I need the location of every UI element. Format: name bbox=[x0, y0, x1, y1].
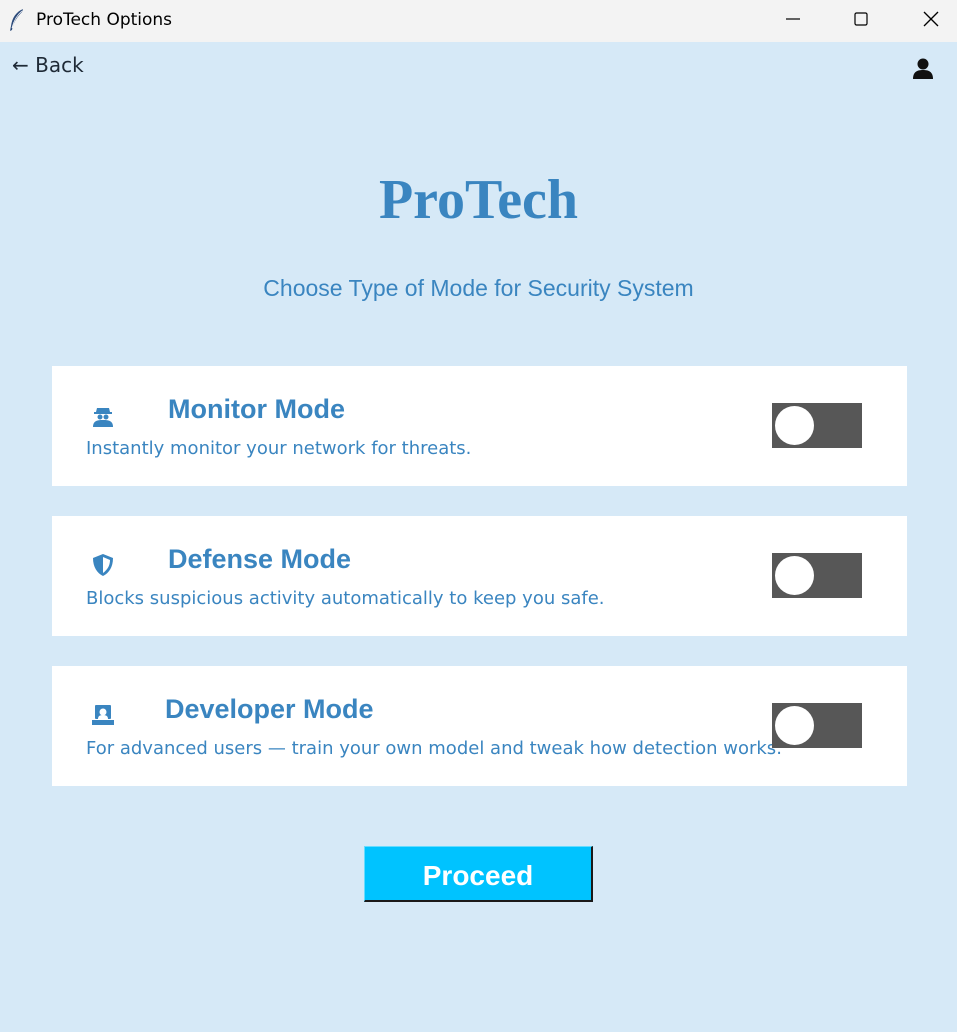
minimize-icon bbox=[785, 11, 801, 32]
close-button[interactable] bbox=[908, 0, 954, 42]
toggle-knob bbox=[775, 406, 814, 445]
window-titlebar: ProTech Options bbox=[0, 0, 957, 42]
toggle-knob bbox=[775, 556, 814, 595]
back-button[interactable]: ← Back bbox=[12, 53, 84, 77]
feather-icon bbox=[8, 8, 26, 32]
maximize-icon bbox=[853, 11, 869, 32]
mode-description: Blocks suspicious activity automatically… bbox=[86, 588, 605, 609]
defense-mode-toggle[interactable] bbox=[772, 553, 862, 598]
mode-card-developer: Developer Mode For advanced users — trai… bbox=[52, 666, 907, 786]
mode-card-defense: Defense Mode Blocks suspicious activity … bbox=[52, 516, 907, 636]
maximize-button[interactable] bbox=[838, 0, 884, 42]
mode-description: Instantly monitor your network for threa… bbox=[86, 438, 472, 459]
window-title: ProTech Options bbox=[36, 10, 173, 30]
user-icon[interactable] bbox=[911, 56, 935, 80]
developer-mode-toggle[interactable] bbox=[772, 703, 862, 748]
mode-description: For advanced users — train your own mode… bbox=[86, 738, 782, 759]
proceed-button[interactable]: Proceed bbox=[364, 846, 593, 902]
page-title: ProTech bbox=[378, 169, 579, 231]
monitor-mode-toggle[interactable] bbox=[772, 403, 862, 448]
mode-title: Defense Mode bbox=[168, 544, 352, 574]
mode-title: Monitor Mode bbox=[168, 394, 345, 424]
toggle-knob bbox=[775, 706, 814, 745]
mode-card-monitor: Monitor Mode Instantly monitor your netw… bbox=[52, 366, 907, 486]
mode-title: Developer Mode bbox=[165, 694, 374, 724]
developer-icon bbox=[90, 702, 116, 728]
minimize-button[interactable] bbox=[770, 0, 816, 42]
shield-icon bbox=[90, 552, 116, 578]
page-subtitle: Choose Type of Mode for Security System bbox=[263, 275, 694, 301]
close-icon bbox=[922, 10, 940, 33]
spy-icon bbox=[90, 402, 116, 428]
